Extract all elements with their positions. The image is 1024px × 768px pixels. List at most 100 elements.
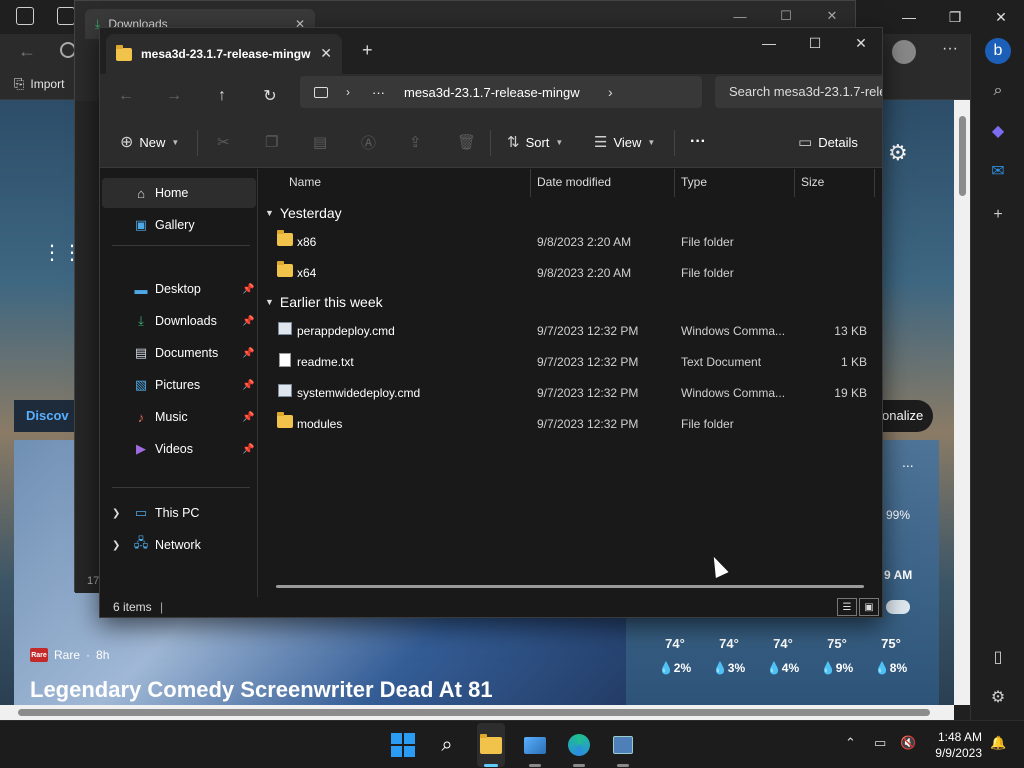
tiles-view-icon[interactable]: ▣ bbox=[859, 598, 879, 616]
settings-gear-icon[interactable]: ⚙ bbox=[888, 140, 908, 166]
nav-item-desktop[interactable]: ▬ Desktop 📌 bbox=[102, 274, 256, 304]
folder-icon bbox=[277, 230, 293, 246]
file-row[interactable]: modules 9/7/2023 12:32 PM File folder bbox=[277, 409, 877, 439]
group-label: Earlier this week bbox=[279, 294, 383, 310]
pin-icon[interactable]: 📌 bbox=[242, 348, 254, 359]
file-name: readme.txt bbox=[297, 355, 354, 369]
nav-item-home[interactable]: ⌂ Home bbox=[102, 178, 256, 208]
chevron-right-icon[interactable]: ❯ bbox=[112, 508, 120, 519]
weather-more-icon[interactable]: ... bbox=[902, 454, 914, 470]
search-icon[interactable]: ⌕ bbox=[985, 78, 1011, 104]
close-tab-icon[interactable]: ✕ bbox=[320, 45, 332, 62]
volume-muted-icon[interactable]: 🔇 bbox=[900, 735, 916, 751]
sidebar-toggle-icon[interactable]: ▯ bbox=[985, 644, 1011, 670]
file-row[interactable]: x86 9/8/2023 2:20 AM File folder bbox=[277, 227, 877, 257]
column-header-size[interactable]: Size bbox=[795, 169, 875, 197]
search-input[interactable]: Search mesa3d-23.1.7-rele bbox=[715, 76, 882, 108]
nav-item-documents[interactable]: ▤ Documents 📌 bbox=[102, 338, 256, 368]
pin-icon[interactable]: 📌 bbox=[242, 380, 254, 391]
delete-button[interactable]: 🗑 bbox=[457, 130, 476, 154]
back-arrow-icon[interactable]: ← bbox=[18, 41, 36, 62]
refresh-icon[interactable]: ↻ bbox=[256, 82, 284, 110]
horizontal-scrollbar[interactable] bbox=[0, 705, 954, 720]
cut-button[interactable]: ✂ bbox=[217, 130, 230, 154]
clock[interactable]: 1:48 AM 9/9/2023 bbox=[930, 729, 982, 761]
sort-button[interactable]: ⇅ Sort ▼ bbox=[507, 130, 563, 154]
column-header-type[interactable]: Type bbox=[675, 169, 795, 197]
details-button[interactable]: ▭ Details bbox=[798, 130, 858, 154]
scrollbar-thumb[interactable] bbox=[959, 116, 966, 196]
file-row[interactable]: perappdeploy.cmd 9/7/2023 12:32 PM Windo… bbox=[277, 316, 877, 346]
pin-icon[interactable]: 📌 bbox=[242, 284, 254, 295]
notification-bell-icon[interactable]: 🔔 bbox=[990, 735, 1006, 751]
see-more-button[interactable]: ··· bbox=[690, 130, 706, 154]
group-header-yesterday[interactable]: ▼ Yesterday bbox=[265, 201, 342, 225]
restore-icon[interactable]: ❐ bbox=[932, 0, 978, 34]
view-button[interactable]: ☰ View ▼ bbox=[594, 130, 655, 154]
close-icon[interactable]: ✕ bbox=[978, 0, 1024, 34]
more-options-icon[interactable]: ··· bbox=[942, 40, 958, 58]
nav-item-this-pc[interactable]: ❯ ▭ This PC bbox=[102, 498, 256, 528]
scrollbar-thumb[interactable] bbox=[18, 709, 930, 716]
file-type: File folder bbox=[681, 235, 734, 249]
column-header-date[interactable]: Date modified bbox=[531, 169, 675, 197]
explorer-tab[interactable]: mesa3d-23.1.7-release-mingw ✕ bbox=[106, 34, 342, 74]
news-headline[interactable]: Legendary Comedy Screenwriter Dead At 81 bbox=[30, 677, 493, 703]
breadcrumb-overflow[interactable]: ··· bbox=[372, 85, 385, 100]
home-icon: ⌂ bbox=[137, 185, 145, 201]
rename-button[interactable]: Ⓐ bbox=[361, 130, 376, 154]
minimize-icon[interactable]: — bbox=[886, 0, 932, 34]
chevron-right-icon[interactable]: › bbox=[608, 84, 613, 100]
chevron-right-icon[interactable]: ❯ bbox=[112, 540, 120, 551]
nav-item-pictures[interactable]: ▧ Pictures 📌 bbox=[102, 370, 256, 400]
file-row[interactable]: readme.txt 9/7/2023 12:32 PM Text Docume… bbox=[277, 347, 877, 377]
pin-icon[interactable]: 📌 bbox=[242, 412, 254, 423]
maximize-icon[interactable]: ☐ bbox=[792, 28, 838, 58]
file-row[interactable]: systemwidedeploy.cmd 9/7/2023 12:32 PM W… bbox=[277, 378, 877, 408]
up-icon[interactable]: ↑ bbox=[208, 82, 236, 110]
copilot-icon[interactable]: b bbox=[985, 38, 1011, 64]
control-panel-taskbar-icon[interactable] bbox=[608, 730, 638, 760]
outlook-icon[interactable]: ✉ bbox=[985, 158, 1011, 184]
nav-item-videos[interactable]: ▶ Videos 📌 bbox=[102, 434, 256, 464]
edge-taskbar-icon[interactable] bbox=[564, 730, 594, 760]
copy-button[interactable]: ❐ bbox=[265, 130, 278, 154]
chevron-up-icon[interactable]: ⌃ bbox=[845, 735, 856, 751]
details-view-icon[interactable]: ☰ bbox=[837, 598, 857, 616]
sidebar-settings-icon[interactable]: ⚙ bbox=[985, 684, 1011, 710]
nav-item-network[interactable]: ❯ 🖧 Network bbox=[102, 530, 256, 560]
breadcrumb-current-folder[interactable]: mesa3d-23.1.7-release-mingw bbox=[404, 85, 580, 100]
search-icon[interactable]: ⌕ bbox=[432, 730, 462, 760]
paste-button[interactable]: ▤ bbox=[313, 130, 327, 154]
minimize-icon[interactable]: — bbox=[746, 28, 792, 58]
vertical-scrollbar[interactable] bbox=[954, 100, 970, 705]
hourly-forecast: 74° 💧2% 74° 💧3% 74° 💧4% 75° 💧9% 75° 💧8% bbox=[648, 636, 918, 675]
share-button[interactable]: ⇪ bbox=[409, 130, 422, 154]
file-row[interactable]: x64 9/8/2023 2:20 AM File folder bbox=[277, 258, 877, 288]
column-header-name[interactable]: Name bbox=[259, 169, 531, 197]
back-icon[interactable]: ← bbox=[112, 82, 140, 110]
file-explorer-taskbar-icon[interactable] bbox=[476, 730, 506, 760]
pin-icon[interactable]: 📌 bbox=[242, 444, 254, 455]
forward-icon[interactable]: → bbox=[160, 82, 188, 110]
photos-app-icon[interactable] bbox=[520, 730, 550, 760]
pin-icon[interactable]: 📌 bbox=[242, 316, 254, 327]
horizontal-scrollbar[interactable] bbox=[276, 585, 864, 588]
group-header-earlier-this-week[interactable]: ▼ Earlier this week bbox=[265, 290, 383, 314]
workspaces-icon[interactable] bbox=[57, 7, 75, 25]
new-tab-icon[interactable]: + bbox=[362, 40, 373, 61]
discover-tab[interactable]: Discov bbox=[14, 400, 81, 432]
nav-item-music[interactable]: ♪ Music 📌 bbox=[102, 402, 256, 432]
nav-item-downloads[interactable]: ⤓ Downloads 📌 bbox=[102, 306, 256, 336]
m365-icon[interactable]: ◆ bbox=[985, 118, 1011, 144]
favorites-import[interactable]: ⎘ Import bbox=[14, 76, 64, 92]
tab-actions-icon[interactable] bbox=[16, 7, 34, 25]
profile-avatar[interactable] bbox=[892, 40, 916, 64]
address-bar[interactable]: › ··· mesa3d-23.1.7-release-mingw › bbox=[300, 76, 702, 108]
start-button[interactable] bbox=[388, 730, 418, 760]
new-button[interactable]: ⊕ New ▼ bbox=[120, 130, 179, 154]
add-icon[interactable]: + bbox=[985, 202, 1011, 228]
nav-item-gallery[interactable]: ▣ Gallery bbox=[102, 210, 256, 240]
close-icon[interactable]: ✕ bbox=[838, 28, 882, 58]
network-display-icon[interactable]: ▭ bbox=[874, 735, 886, 751]
